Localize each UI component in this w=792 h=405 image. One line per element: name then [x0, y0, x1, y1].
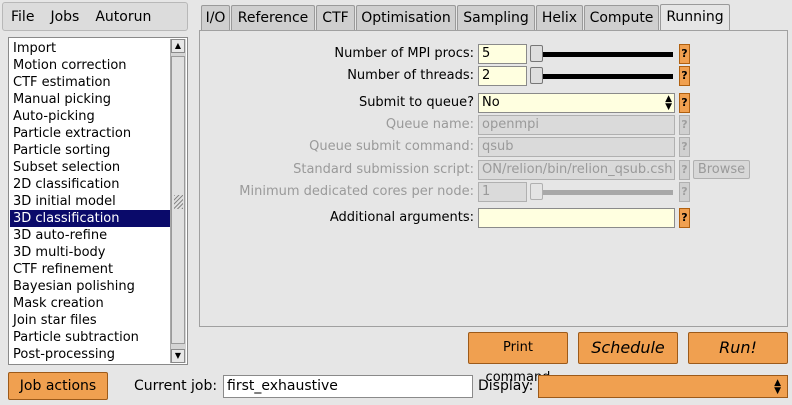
min-dedicated-cores-slider-track	[532, 190, 673, 195]
queue-submit-command-help-icon: ?	[679, 137, 690, 157]
current-job-input[interactable]: first_exhaustive	[223, 375, 473, 398]
tab-running[interactable]: Running	[660, 4, 730, 31]
job-actions-button[interactable]: Job actions	[8, 372, 108, 400]
submission-script-input: ON/relion/bin/relion_qsub.csh	[478, 160, 675, 180]
submit-to-queue-select[interactable]: No ▲ ▼	[478, 93, 675, 113]
job-list-scrollbar[interactable]: ▲ ▼	[170, 39, 186, 363]
job-type-item[interactable]: Join star files	[13, 312, 97, 329]
menu-bar: File Jobs Autorun	[2, 2, 188, 31]
job-type-item[interactable]: Mask creation	[13, 295, 104, 312]
job-type-item[interactable]: Particle sorting	[13, 142, 110, 159]
print-command-button[interactable]: Print command	[468, 332, 568, 385]
queue-name-input: openmpi	[478, 115, 675, 135]
threads-label: Number of threads:	[347, 68, 474, 83]
tab-reference[interactable]: Reference	[231, 5, 315, 30]
job-type-item[interactable]: 3D multi-body	[13, 244, 105, 261]
scrollbar-grip	[174, 195, 183, 209]
run-button[interactable]: Run!	[688, 332, 788, 364]
scroll-up-arrow-icon[interactable]: ▲	[171, 39, 185, 53]
min-dedicated-cores-slider-handle	[530, 183, 543, 200]
job-type-item[interactable]: Motion correction	[13, 57, 127, 74]
additional-arguments-help-icon[interactable]: ?	[679, 208, 690, 228]
mpi-procs-input[interactable]: 5	[478, 44, 527, 64]
job-type-item[interactable]: 3D auto-refine	[13, 227, 107, 244]
job-type-item[interactable]: 3D initial model	[13, 193, 116, 210]
queue-name-label: Queue name:	[385, 117, 474, 132]
job-type-item[interactable]: 2D classification	[13, 176, 120, 193]
job-type-item[interactable]: Bayesian polishing	[13, 278, 135, 295]
browse-button: Browse	[693, 160, 750, 179]
current-job-label: Current job:	[134, 378, 218, 394]
schedule-button[interactable]: Schedule	[578, 332, 678, 364]
mpi-procs-slider-handle[interactable]	[530, 45, 543, 62]
job-type-item[interactable]: Particle extraction	[13, 125, 131, 142]
queue-submit-command-label: Queue submit command:	[309, 139, 474, 154]
additional-arguments-input[interactable]	[478, 208, 675, 228]
select-arrows-icon: ▲ ▼	[665, 94, 672, 112]
threads-slider-handle[interactable]	[530, 67, 543, 84]
queue-submit-command-input: qsub	[478, 137, 675, 157]
job-type-item[interactable]: Particle subtraction	[13, 329, 139, 346]
job-type-item[interactable]: Manual picking	[13, 91, 111, 108]
select-arrows-icon: ▲ ▼	[774, 378, 781, 396]
tab-optimisation[interactable]: Optimisation	[356, 5, 456, 30]
menu-autorun[interactable]: Autorun	[87, 9, 159, 25]
submit-to-queue-value: No	[482, 95, 500, 110]
display-label: Display:	[478, 378, 534, 394]
threads-help-icon[interactable]: ?	[679, 66, 690, 86]
job-type-item[interactable]: Import	[13, 40, 56, 57]
job-type-item[interactable]: CTF estimation	[13, 74, 111, 91]
tab-io[interactable]: I/O	[201, 5, 230, 30]
mpi-procs-label: Number of MPI procs:	[334, 46, 474, 61]
submission-script-label: Standard submission script:	[293, 162, 474, 177]
submit-to-queue-help-icon[interactable]: ?	[679, 93, 690, 113]
job-type-list[interactable]: Import Motion correction CTF estimation Man…	[8, 37, 188, 365]
job-type-item[interactable]: Post-processing	[13, 346, 115, 363]
min-dedicated-cores-input: 1	[478, 182, 527, 202]
min-dedicated-cores-help-icon: ?	[679, 182, 690, 202]
tab-helix[interactable]: Helix	[536, 5, 583, 30]
mpi-procs-help-icon[interactable]: ?	[679, 44, 690, 64]
tab-sampling[interactable]: Sampling	[457, 5, 535, 30]
submission-script-help-icon: ?	[679, 160, 690, 180]
queue-name-help-icon: ?	[679, 115, 690, 135]
job-type-item[interactable]: Subset selection	[13, 159, 120, 176]
tab-ctf[interactable]: CTF	[316, 5, 355, 30]
threads-input[interactable]: 2	[478, 66, 527, 86]
threads-slider-track[interactable]	[532, 74, 673, 79]
job-type-item[interactable]: Auto-picking	[13, 108, 95, 125]
tab-compute[interactable]: Compute	[584, 5, 659, 30]
submit-to-queue-label: Submit to queue?	[358, 95, 474, 110]
job-type-item[interactable]: 3D classification	[10, 210, 179, 227]
menu-file[interactable]: File	[3, 9, 42, 25]
display-select[interactable]: ▲ ▼	[538, 375, 788, 398]
scrollbar-thumb[interactable]	[171, 56, 185, 344]
menu-jobs[interactable]: Jobs	[42, 9, 87, 25]
job-type-item[interactable]: CTF refinement	[13, 261, 113, 278]
mpi-procs-slider-track[interactable]	[532, 52, 673, 57]
min-dedicated-cores-label: Minimum dedicated cores per node:	[239, 184, 474, 199]
additional-arguments-label: Additional arguments:	[329, 210, 474, 225]
scroll-down-arrow-icon[interactable]: ▼	[171, 349, 185, 363]
